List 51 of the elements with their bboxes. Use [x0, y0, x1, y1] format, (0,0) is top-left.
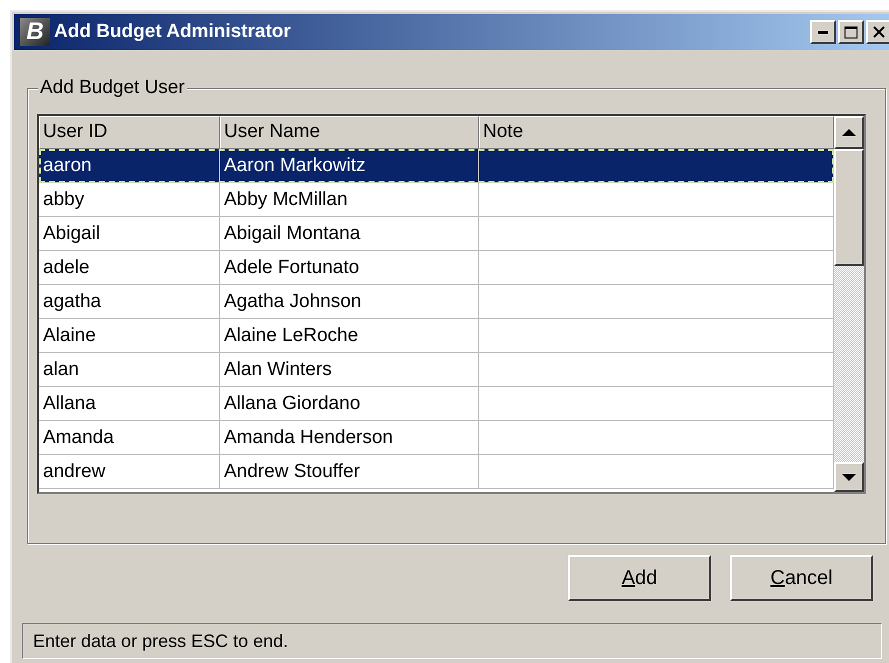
- table-cell: adele: [43, 257, 90, 278]
- maximize-button[interactable]: [838, 20, 864, 44]
- minimize-icon: [818, 30, 828, 34]
- table-cell: Alaine: [43, 325, 96, 346]
- group-label: Add Budget User: [38, 76, 187, 100]
- table-cell: Alan Winters: [224, 359, 332, 380]
- scroll-down-button[interactable]: [834, 462, 864, 492]
- table-cell: Andrew Stouffer: [224, 461, 360, 482]
- table-cell: alan: [43, 359, 79, 380]
- column-header[interactable]: User ID: [39, 116, 220, 149]
- scrollbar[interactable]: [834, 116, 864, 492]
- table-cell: Abigail: [43, 223, 100, 244]
- table-cell: Agatha Johnson: [224, 291, 362, 312]
- table-row[interactable]: aaron Aaron Markowitz: [39, 149, 834, 183]
- down-arrow-icon: [842, 474, 856, 480]
- table-cell: Alaine LeRoche: [224, 325, 358, 346]
- table-cell: Amanda: [43, 427, 114, 448]
- table-row[interactable]: andrew Andrew Stouffer: [39, 455, 834, 489]
- table-cell: Abby McMillan: [224, 189, 348, 210]
- close-icon: [873, 26, 885, 38]
- table-cell: Aaron Markowitz: [224, 155, 366, 176]
- table-cell: aaron: [43, 155, 92, 176]
- table-row[interactable]: alan Alan Winters: [39, 353, 834, 387]
- maximize-icon: [844, 26, 858, 38]
- table-cell: Allana: [43, 393, 96, 414]
- table-row[interactable]: Abigail Abigail Montana: [39, 217, 834, 251]
- status-text: Enter data or press ESC to end.: [33, 630, 288, 653]
- table-cell: Abigail Montana: [224, 223, 360, 244]
- table-cell: andrew: [43, 461, 106, 482]
- window-title: Add Budget Administrator: [54, 20, 291, 44]
- scroll-thumb[interactable]: [834, 149, 864, 266]
- table-row[interactable]: agatha Agatha Johnson: [39, 285, 834, 319]
- cancel-button[interactable]: Cancel: [730, 555, 873, 601]
- table-row[interactable]: adele Adele Fortunato: [39, 251, 834, 285]
- app-logo: B: [20, 18, 50, 46]
- up-arrow-icon: [842, 129, 856, 136]
- table-row[interactable]: abby Abby McMillan: [39, 183, 834, 217]
- table-cell: abby: [43, 189, 84, 210]
- minimize-button[interactable]: [810, 20, 836, 44]
- close-button[interactable]: [866, 20, 889, 44]
- add-button[interactable]: Add: [568, 555, 711, 601]
- table-row[interactable]: Allana Allana Giordano: [39, 387, 834, 421]
- column-header[interactable]: Note: [479, 116, 834, 149]
- column-header[interactable]: User Name: [220, 116, 479, 149]
- table-row[interactable]: Amanda Amanda Henderson: [39, 421, 834, 455]
- table-cell: Amanda Henderson: [224, 427, 393, 448]
- table-cell: Adele Fortunato: [224, 257, 360, 278]
- table-cell: Allana Giordano: [224, 393, 360, 414]
- table-cell: agatha: [43, 291, 102, 312]
- table-row[interactable]: Alaine Alaine LeRoche: [39, 319, 834, 353]
- scroll-up-button[interactable]: [834, 116, 864, 149]
